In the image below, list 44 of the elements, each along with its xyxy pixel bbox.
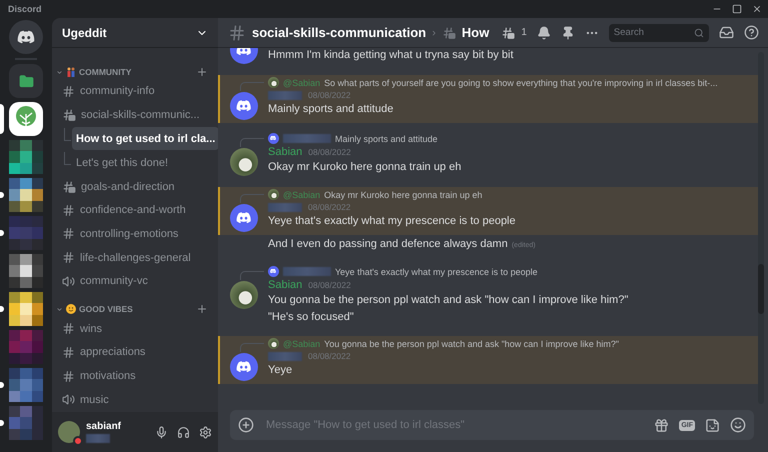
message-text: "He's so focused" xyxy=(268,310,355,325)
reply-preview[interactable]: Okay mr Kuroko here gonna train up eh xyxy=(324,190,482,200)
thread-item[interactable]: Let's get this done! xyxy=(72,151,212,174)
channel-item[interactable]: controlling-emotions xyxy=(56,222,212,246)
timestamp: 08/08/2022 xyxy=(308,351,351,361)
breadcrumb-separator: › xyxy=(432,26,436,38)
author-name[interactable]: Sabian xyxy=(268,279,302,291)
category-name[interactable]: COMMUNITY xyxy=(79,67,132,77)
category-name[interactable]: GOOD VIBES xyxy=(79,304,133,314)
channel-item[interactable]: community-info xyxy=(56,80,212,103)
message-text: Hmmm I'm kinda getting what u tryna say bit by bit xyxy=(268,48,514,63)
app-title: Discord xyxy=(8,4,42,14)
message-text: Yeye that's exactly what my prescence is to people xyxy=(268,214,516,229)
channel-item[interactable]: music xyxy=(56,388,212,412)
reply-preview[interactable]: Mainly sports and attitude xyxy=(335,134,438,144)
timestamp: 08/08/2022 xyxy=(308,90,351,100)
timestamp: 08/08/2022 xyxy=(308,280,351,290)
channel-item[interactable]: life-challenges-general xyxy=(56,246,212,269)
username: sabianf xyxy=(86,421,122,432)
reply-mention[interactable]: @Sabian xyxy=(283,338,320,348)
channel-item[interactable]: appreciations xyxy=(56,341,212,364)
timestamp: 08/08/2022 xyxy=(308,202,351,212)
thread-title: How xyxy=(462,25,490,40)
channel-item[interactable]: goals-and-direction xyxy=(56,175,212,198)
channel-title: social-skills-communication xyxy=(252,25,426,40)
search-field[interactable]: Search xyxy=(608,24,709,42)
channel-item[interactable]: confidence-and-worth xyxy=(56,198,212,222)
reply-preview[interactable]: So what parts of yourself are you going to show everything that you're improving in irl classes bit-... xyxy=(324,78,718,88)
message-text: Okay mr Kuroko here gonna train up eh xyxy=(268,160,462,175)
channel-item[interactable]: motivations xyxy=(56,364,212,388)
reply-mention[interactable]: @Sabian xyxy=(283,78,320,88)
channel-item[interactable]: community-vc xyxy=(56,270,212,292)
message-text: Yeye xyxy=(268,363,294,378)
thread-count: 1 xyxy=(521,27,527,38)
reply-mention[interactable]: @Sabian xyxy=(283,190,320,200)
reply-preview[interactable]: You gonna be the person ppl watch and ask "how can I improve like him?" xyxy=(324,338,619,348)
message-text: Mainly sports and attitude xyxy=(268,102,394,117)
channel-item[interactable]: social-skills-communic... xyxy=(56,104,212,126)
author-name[interactable]: Sabian xyxy=(268,146,302,158)
channel-item[interactable]: wins xyxy=(56,317,212,340)
message-text: You gonna be the person ppl watch and ask "how can I improve like him?" xyxy=(268,293,630,308)
thread-item[interactable]: How to get used to irl cla... xyxy=(72,127,218,150)
timestamp: 08/08/2022 xyxy=(308,147,351,157)
reply-preview[interactable]: Yeye that's exactly what my prescence is to people xyxy=(335,266,538,276)
